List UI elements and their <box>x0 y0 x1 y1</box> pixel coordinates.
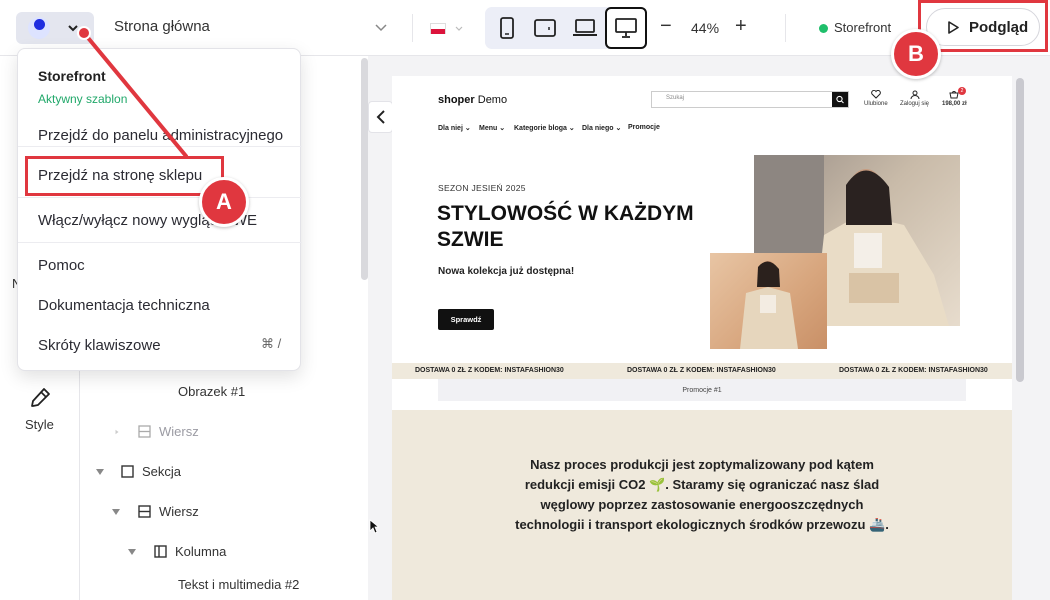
login-link[interactable]: Zaloguj się <box>900 90 929 107</box>
tree-item[interactable]: Tekst i multimedia #2 <box>178 577 299 592</box>
site-search-placeholder: Szukaj <box>666 95 685 101</box>
promo-text: DOSTAWA 0 ZŁ Z KODEM: INSTAFASHION30 <box>839 367 988 374</box>
row-icon <box>138 425 151 438</box>
tree-item[interactable]: Obrazek #1 <box>178 384 245 399</box>
tree-item[interactable]: Kolumna <box>154 544 226 559</box>
eco-section: Nasz proces produkcji jest zoptymalizowa… <box>392 410 1012 600</box>
menu-theme-title: Storefront <box>38 68 106 84</box>
site-nav-item[interactable]: Dla niej ⌄ <box>438 124 471 132</box>
promotions-block[interactable]: Promocje #1 <box>438 379 966 401</box>
eco-text: Nasz proces produkcji jest zoptymalizowa… <box>515 457 889 532</box>
site-nav-item[interactable]: Menu ⌄ <box>479 124 505 132</box>
divider <box>785 14 786 42</box>
tree-item-label: Sekcja <box>142 464 182 479</box>
device-tablet-button[interactable] <box>528 11 562 45</box>
caret-down-icon[interactable] <box>96 469 104 475</box>
mobile-icon <box>500 17 514 39</box>
zoom-level: 44% <box>691 20 720 36</box>
menu-item-help[interactable]: Pomoc <box>38 257 85 274</box>
site-search-input[interactable]: Szukaj <box>651 91 849 108</box>
menu-theme-status: Aktywny szablon <box>38 92 128 106</box>
brush-icon[interactable] <box>28 386 52 410</box>
promo-marquee: DOSTAWA 0 ZŁ Z KODEM: INSTAFASHION30 DOS… <box>392 363 1012 379</box>
site-search-button[interactable] <box>832 92 848 107</box>
logo-icon <box>28 17 50 39</box>
menu-divider <box>18 242 302 243</box>
tablet-icon <box>534 19 556 37</box>
site-preview: shoper Demo Szukaj Ulubione Zaloguj się … <box>392 76 1012 600</box>
chevron-left-icon <box>376 110 385 124</box>
promo-text: DOSTAWA 0 ZŁ Z KODEM: INSTAFASHION30 <box>415 367 564 374</box>
tree-item-label: Tekst i multimedia #2 <box>178 577 300 592</box>
menu-item-documentation[interactable]: Dokumentacja techniczna <box>38 297 210 314</box>
chevron-down-icon[interactable] <box>455 24 463 32</box>
callout-a: A <box>199 177 249 227</box>
menu-item-shortcuts[interactable]: Skróty klawiszowe <box>38 337 161 354</box>
heart-icon <box>870 89 881 99</box>
promo-text: DOSTAWA 0 ZŁ Z KODEM: INSTAFASHION30 <box>627 367 776 374</box>
menu-item-admin-panel[interactable]: Przejdź do panelu administracyjnego <box>38 127 283 144</box>
page-select[interactable]: Strona główna <box>114 18 210 35</box>
zoom-out-button[interactable]: − <box>660 15 672 38</box>
cursor-icon <box>369 519 379 534</box>
site-nav-item[interactable]: Kategorie bloga ⌄ <box>514 124 575 132</box>
caret-down-icon[interactable] <box>128 549 136 555</box>
site-logo[interactable]: shoper Demo <box>438 94 507 106</box>
device-mobile-button[interactable] <box>490 11 524 45</box>
shortcut-hint: ⌘ / <box>261 336 282 351</box>
user-icon <box>910 90 919 100</box>
search-icon <box>836 95 844 104</box>
hero-cta-button[interactable]: Sprawdź <box>438 309 494 330</box>
hero-kicker: SEZON JESIEŃ 2025 <box>438 183 526 193</box>
wishlist-link[interactable]: Ulubione <box>864 89 888 107</box>
cart-count-badge: 2 <box>958 87 966 95</box>
caret-right-icon[interactable] <box>113 429 121 435</box>
rail-item-style[interactable]: Style <box>25 417 54 432</box>
theme-status-label: Storefront <box>834 20 892 35</box>
menu-divider <box>18 197 302 198</box>
canvas-scrollbar[interactable] <box>1016 78 1024 382</box>
hero-subtitle: Nowa kolekcja już dostępna! <box>438 266 575 277</box>
language-flag-icon[interactable] <box>430 23 446 34</box>
tree-item[interactable]: Wiersz <box>138 424 199 439</box>
caret-down-icon[interactable] <box>112 509 120 515</box>
status-dot-icon <box>819 24 828 33</box>
panel-scrollbar[interactable] <box>361 58 368 280</box>
site-nav-item[interactable]: Dla niego ⌄ <box>582 124 621 132</box>
menu-divider <box>18 146 302 147</box>
row-icon <box>138 505 151 518</box>
desktop-icon <box>615 18 637 38</box>
tree-item-label: Kolumna <box>175 544 227 559</box>
highlight-box-a <box>25 156 224 196</box>
chevron-down-icon[interactable] <box>374 20 388 34</box>
device-laptop-button[interactable] <box>568 11 602 45</box>
column-icon <box>154 545 167 558</box>
zoom-in-button[interactable]: + <box>735 15 747 38</box>
laptop-icon <box>573 19 597 36</box>
tree-item[interactable]: Sekcja <box>121 464 181 479</box>
app-dropdown-menu: Storefront Aktywny szablon Przejdź do pa… <box>17 48 302 371</box>
divider <box>412 14 413 42</box>
hero-photo-small <box>710 253 827 349</box>
tree-item-label: Obrazek #1 <box>178 384 246 399</box>
hero-title: STYLOWOŚĆ W KAŻDYM SZWIE <box>437 202 694 251</box>
app-menu-button[interactable] <box>16 12 94 44</box>
tree-item-label: Wiersz <box>159 424 199 439</box>
tree-item[interactable]: Wiersz <box>138 504 199 519</box>
section-icon <box>121 465 134 478</box>
device-desktop-button[interactable] <box>605 7 647 49</box>
device-switcher <box>485 7 647 49</box>
tree-item-label: Wiersz <box>159 504 199 519</box>
callout-b: B <box>891 29 941 79</box>
collapse-panel-button[interactable] <box>368 101 393 133</box>
chevron-down-icon <box>68 25 78 32</box>
site-nav-item[interactable]: Promocje <box>628 124 660 131</box>
